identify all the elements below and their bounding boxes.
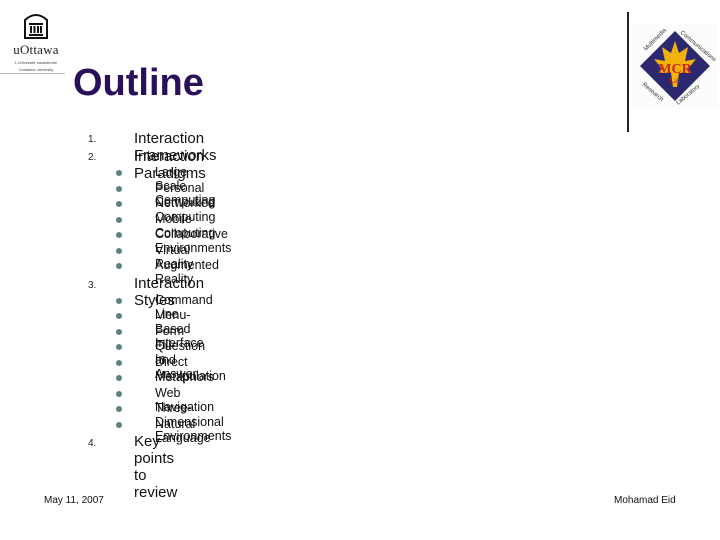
outline-number: 3. [88,280,97,291]
bullet-icon [116,329,122,335]
outline-number: 1. [88,134,97,145]
bullet-icon [116,186,122,192]
outline-number: 2. [88,152,97,163]
maple-leaf-diamond-icon: MCR Lab Multimedia Communications Resear… [640,27,717,107]
footer-author: Mohamad Eid [614,495,676,506]
svg-text:Lab: Lab [670,77,681,85]
bullet-icon [116,344,122,350]
bullet-icon [116,391,122,397]
outline-item: Key points to review [134,433,178,501]
svg-text:MCR: MCR [658,62,692,77]
bullet-icon [116,263,122,269]
sub-item: Metaphors [155,370,215,384]
bullet-icon [116,170,122,176]
bullet-icon [116,217,122,223]
bullet-icon [116,406,122,412]
bullet-icon [116,232,122,238]
bullet-icon [116,313,122,319]
logo-tagline-1: L'Université canadienne [14,60,58,65]
logo-name: uOttawa [13,42,59,57]
bullet-icon [116,248,122,254]
page-title: Outline [73,62,204,104]
mcrlab-logo: MCR Lab Multimedia Communications Resear… [632,23,718,109]
footer-date: May 11, 2007 [44,495,104,506]
bullet-icon [116,201,122,207]
outline-number: 4. [88,438,97,449]
uottawa-logo: uOttawa L'Université canadienne Canada's… [8,10,64,72]
university-building-icon [24,14,48,39]
header-divider [627,12,629,132]
bullet-icon [116,422,122,428]
logo-tagline-2: Canada's university [18,67,54,72]
bullet-icon [116,360,122,366]
bullet-icon [116,298,122,304]
header-rule [0,73,65,74]
bullet-icon [116,375,122,381]
